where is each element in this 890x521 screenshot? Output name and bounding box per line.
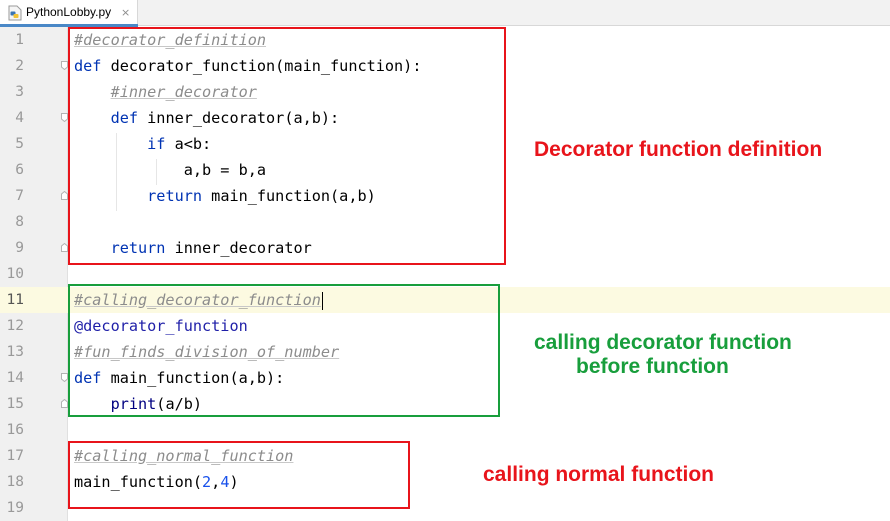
line-number: 18 <box>6 474 24 490</box>
line-number: 4 <box>15 110 24 126</box>
line-number: 7 <box>15 188 24 204</box>
fold-marker-icon[interactable] <box>61 373 68 382</box>
calling-normal-note: calling normal function <box>483 463 715 486</box>
line-number: 8 <box>15 214 24 230</box>
calling-decorator-note-line1: calling decorator function <box>534 331 792 354</box>
code-line[interactable]: 16 <box>0 417 890 443</box>
fold-marker-icon[interactable] <box>61 61 68 70</box>
calling-normal-box <box>68 441 410 509</box>
line-number: 11 <box>6 292 24 308</box>
fold-marker-icon[interactable] <box>61 191 68 200</box>
fold-marker-icon[interactable] <box>61 243 68 252</box>
file-tab[interactable]: PythonLobby.py × <box>0 0 138 27</box>
line-number: 13 <box>6 344 24 360</box>
editor-tab-bar: PythonLobby.py × <box>0 0 890 27</box>
line-number: 6 <box>15 162 24 178</box>
fold-marker-icon[interactable] <box>61 113 68 122</box>
line-number: 19 <box>6 500 24 516</box>
line-number: 2 <box>15 58 24 74</box>
calling-decorator-note-line2: before function <box>576 355 729 378</box>
close-tab-icon[interactable]: × <box>121 6 130 19</box>
line-number: 14 <box>6 370 24 386</box>
file-tab-label: PythonLobby.py <box>26 5 112 19</box>
line-number: 16 <box>6 422 24 438</box>
decorator-definition-note: Decorator function definition <box>534 138 823 161</box>
line-number: 9 <box>15 240 24 256</box>
line-number: 15 <box>6 396 24 412</box>
calling-decorator-box <box>68 284 500 417</box>
line-number: 10 <box>6 266 24 282</box>
line-number: 3 <box>15 84 24 100</box>
line-number: 17 <box>6 448 24 464</box>
line-number: 1 <box>15 32 24 48</box>
decorator-definition-box <box>68 27 506 265</box>
line-number: 5 <box>15 136 24 152</box>
line-number: 12 <box>6 318 24 334</box>
python-file-icon <box>8 5 22 21</box>
fold-marker-icon[interactable] <box>61 399 68 408</box>
